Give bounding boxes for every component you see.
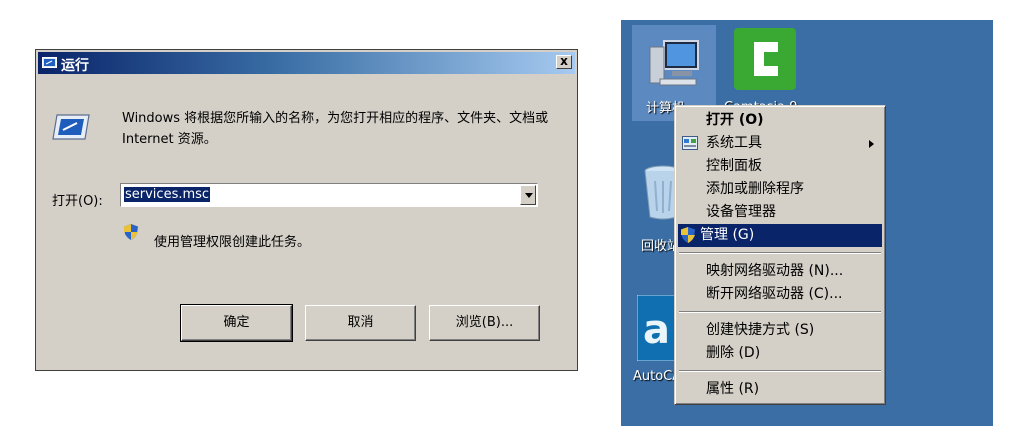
menu-item-create-shortcut[interactable]: 创建快捷方式 (S) <box>678 319 882 342</box>
open-label: 打开(O): <box>52 194 103 209</box>
close-button[interactable]: x <box>556 55 572 69</box>
menu-separator <box>679 252 881 254</box>
camtasia-icon <box>734 28 796 90</box>
run-program-icon <box>52 114 90 140</box>
run-dialog-title: 运行 <box>61 58 89 74</box>
run-description: Windows 将根据您所输入的名称，为您打开相应的程序、文件夹、文档或 Int… <box>122 111 549 147</box>
browse-button[interactable]: 浏览(B)... <box>429 305 540 341</box>
submenu-arrow-icon <box>869 140 874 148</box>
menu-item-manage[interactable]: 管理 (G) <box>678 224 882 247</box>
menu-separator <box>679 370 881 372</box>
menu-item-map-network-drive[interactable]: 映射网络驱动器 (N)... <box>678 260 882 283</box>
run-icon <box>42 57 57 68</box>
menu-item-add-remove-programs[interactable]: 添加或删除程序 <box>678 178 882 201</box>
cancel-button[interactable]: 取消 <box>305 305 416 341</box>
run-dialog-titlebar[interactable]: 运行 x <box>38 52 575 74</box>
system-tools-icon <box>682 136 698 150</box>
menu-item-device-manager[interactable]: 设备管理器 <box>678 201 882 224</box>
command-combobox[interactable]: services.msc <box>120 183 538 207</box>
menu-item-open[interactable]: 打开 (O) <box>678 109 882 132</box>
ok-button[interactable]: 确定 <box>180 304 293 342</box>
svg-text:a: a <box>643 307 670 353</box>
computer-icon <box>649 40 699 86</box>
context-menu: 打开 (O) 系统工具 控制面板 添加或删除程序 设备管理器 管理 (G) 映射… <box>674 105 886 405</box>
menu-separator <box>679 311 881 313</box>
menu-item-properties[interactable]: 属性 (R) <box>678 378 882 401</box>
menu-item-control-panel[interactable]: 控制面板 <box>678 155 882 178</box>
uac-shield-icon <box>124 224 138 240</box>
run-dialog: 运行 x Windows 将根据您所输入的名称，为您打开相应的程序、文件夹、文档… <box>35 49 578 371</box>
dropdown-arrow-button[interactable] <box>520 185 536 205</box>
menu-item-delete[interactable]: 删除 (D) <box>678 342 882 365</box>
admin-note: 使用管理权限创建此任务。 <box>154 235 311 250</box>
shield-icon <box>681 227 695 243</box>
command-input[interactable]: services.msc <box>124 187 211 202</box>
menu-item-system-tools[interactable]: 系统工具 <box>678 132 882 155</box>
menu-item-disconnect-network-drive[interactable]: 断开网络驱动器 (C)... <box>678 283 882 306</box>
